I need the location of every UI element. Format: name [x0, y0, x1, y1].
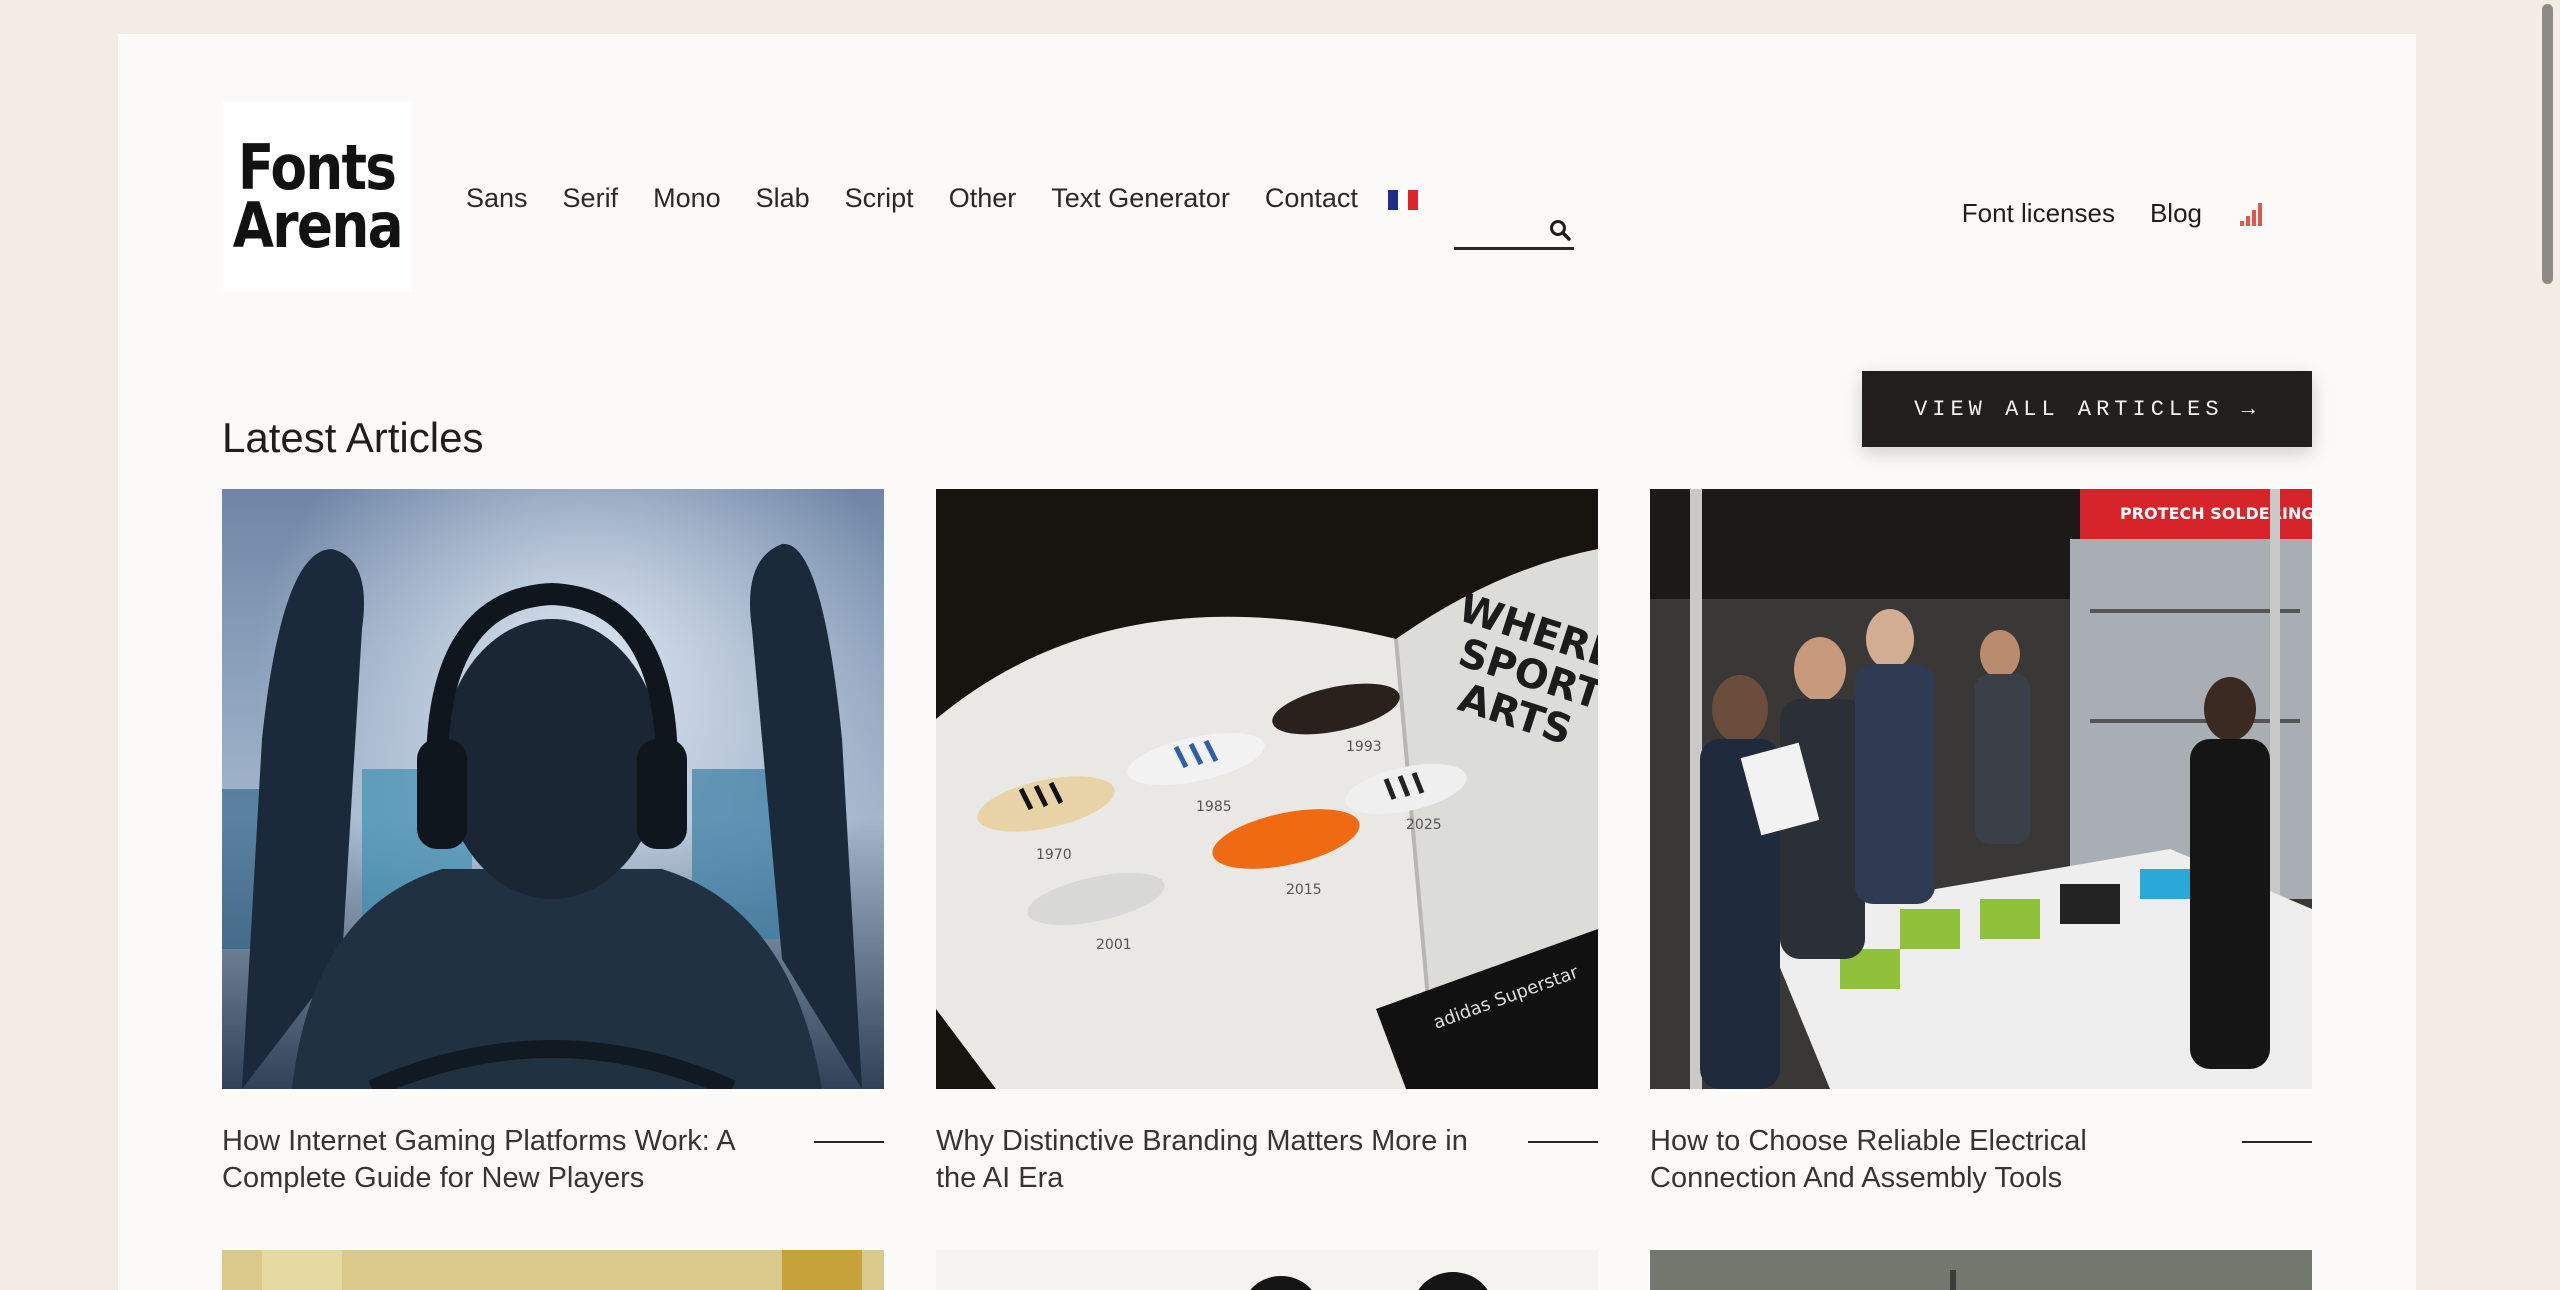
- article-card-image-partial[interactable]: [222, 1250, 884, 1290]
- french-flag-icon[interactable]: [1388, 190, 1418, 210]
- svg-text:1970: 1970: [1036, 847, 1072, 863]
- title-dash: [1528, 1141, 1598, 1143]
- svg-text:1993: 1993: [1346, 739, 1382, 755]
- nav-item-contact[interactable]: Contact: [1265, 183, 1358, 214]
- article-title[interactable]: How to Choose Reliable Electrical Connec…: [1650, 1123, 2312, 1197]
- article-title[interactable]: Why Distinctive Branding Matters More in…: [936, 1123, 1598, 1197]
- article-title[interactable]: How Internet Gaming Platforms Work: A Co…: [222, 1123, 884, 1197]
- article-title-text[interactable]: How Internet Gaming Platforms Work: A Co…: [222, 1125, 734, 1194]
- svg-text:2001: 2001: [1096, 937, 1132, 953]
- article-title-text[interactable]: Why Distinctive Branding Matters More in…: [936, 1125, 1468, 1194]
- search-icon[interactable]: [1548, 218, 1572, 242]
- nav-item-script[interactable]: Script: [845, 183, 914, 214]
- nav-item-other[interactable]: Other: [949, 183, 1017, 214]
- site-logo[interactable]: Fonts Arena: [222, 102, 412, 292]
- gamer-with-headphones-image[interactable]: [222, 489, 884, 1089]
- article-title-text[interactable]: How to Choose Reliable Electrical Connec…: [1650, 1125, 2087, 1194]
- nav-item-serif[interactable]: Serif: [563, 183, 619, 214]
- svg-text:2015: 2015: [1286, 882, 1322, 898]
- page-scrollbar[interactable]: [2536, 0, 2560, 1290]
- page-container: Fonts Arena Sans Serif Mono Slab Script …: [118, 34, 2416, 1290]
- article-card[interactable]: PROTECH SOLDERING How to Choose Reliable…: [1650, 489, 2312, 1197]
- search-input[interactable]: [1454, 212, 1544, 246]
- secondary-nav: Font licenses Blog: [1927, 198, 2264, 229]
- font-licenses-link[interactable]: Font licenses: [1962, 198, 2115, 229]
- nav-item-slab[interactable]: Slab: [756, 183, 810, 214]
- scrollbar-thumb[interactable]: [2542, 4, 2553, 284]
- nav-item-sans[interactable]: Sans: [466, 183, 528, 214]
- article-card-image-partial[interactable]: [1650, 1250, 2312, 1290]
- logo-line-2: Arena: [232, 189, 403, 262]
- view-all-articles-button[interactable]: VIEW ALL ARTICLES →: [1862, 371, 2312, 447]
- main-nav: Sans Serif Mono Slab Script Other Text G…: [466, 163, 1393, 233]
- title-dash: [2242, 1141, 2312, 1143]
- svg-text:1985: 1985: [1196, 799, 1232, 815]
- trade-show-booth-image[interactable]: PROTECH SOLDERING: [1650, 489, 2312, 1089]
- title-dash: [814, 1141, 884, 1143]
- section-title: Latest Articles: [222, 414, 484, 461]
- nav-item-text-generator[interactable]: Text Generator: [1051, 183, 1230, 214]
- svg-text:PROTECH SOLDERING: PROTECH SOLDERING: [2120, 504, 2312, 523]
- nav-item-mono[interactable]: Mono: [653, 183, 721, 214]
- article-card-image-partial[interactable]: [936, 1250, 1598, 1290]
- rss-bars-icon[interactable]: [2238, 201, 2264, 227]
- article-card[interactable]: How Internet Gaming Platforms Work: A Co…: [222, 489, 884, 1197]
- sneaker-magazine-image[interactable]: WHERE SPORT ARTS 1970 1985 1993 2015 200…: [936, 489, 1598, 1089]
- svg-text:2025: 2025: [1406, 817, 1442, 833]
- search-box: [1454, 212, 1574, 250]
- article-card[interactable]: WHERE SPORT ARTS 1970 1985 1993 2015 200…: [936, 489, 1598, 1197]
- blog-link[interactable]: Blog: [2150, 198, 2202, 229]
